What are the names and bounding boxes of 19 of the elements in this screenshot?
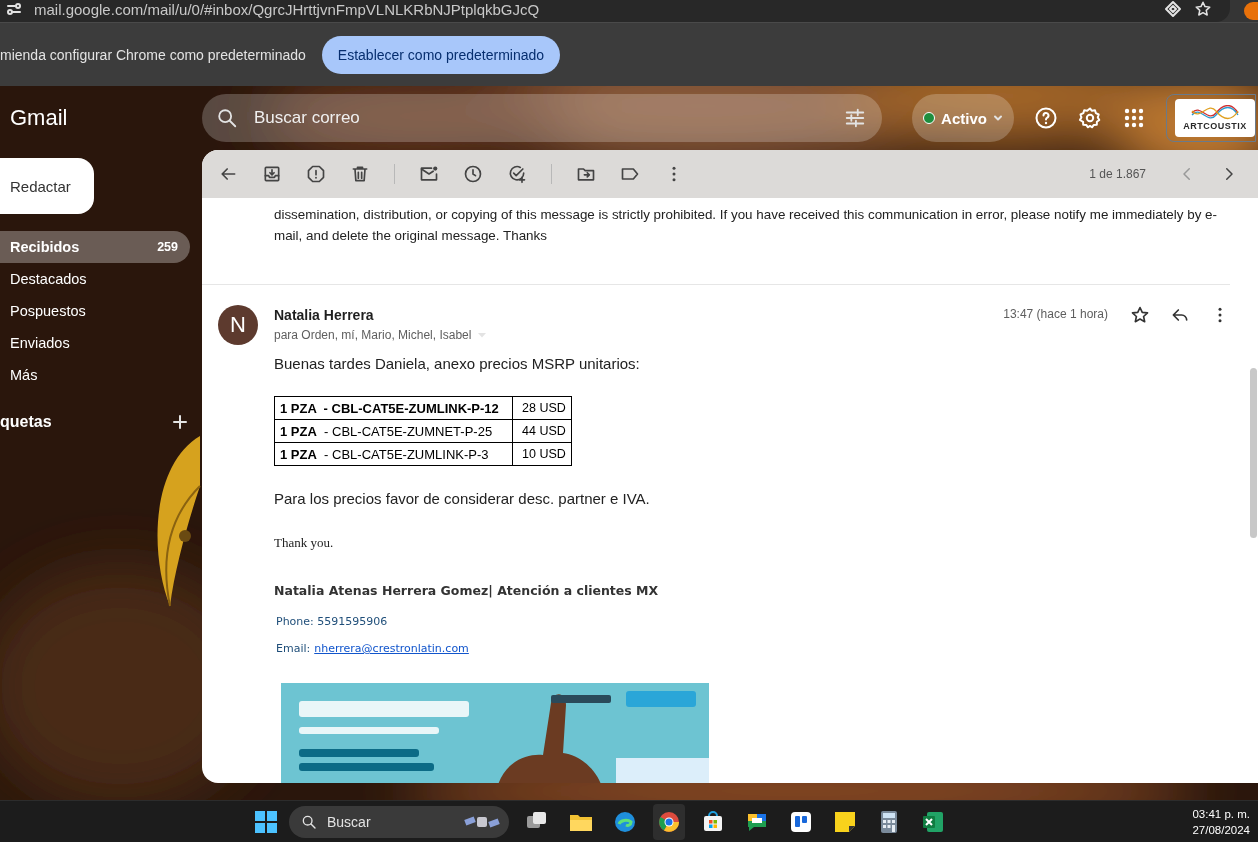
edge-browser-icon[interactable]: [613, 809, 637, 834]
profile-avatar[interactable]: [1244, 2, 1258, 20]
star-icon[interactable]: [1194, 0, 1212, 18]
clock-date[interactable]: 27/08/2024: [1192, 821, 1250, 838]
site-settings-icon[interactable]: [6, 1, 22, 17]
search-icon: [301, 813, 317, 830]
taskbar-search-field[interactable]: Buscar: [289, 805, 509, 838]
spreadsheet-icon[interactable]: [921, 809, 945, 834]
chrome-browser-icon[interactable]: [657, 809, 681, 834]
store-bag-icon[interactable]: [701, 809, 725, 834]
set-default-button[interactable]: Establecer como predeterminado: [321, 35, 561, 74]
url-text: mail.google.com/mail/u/0/#inbox/QgrcJHrttjvnFmpVLNLKRbNJPtplqkbGJcQ: [34, 0, 540, 18]
sticky-note-icon[interactable]: [833, 809, 857, 834]
address-bar[interactable]: mail.google.com/mail/u/0/#inbox/QgrcJHrttjvnFmpVLNLKRbNJPtplqkbGJcQ: [0, 0, 1230, 22]
infobar-message: mienda configurar Chrome como predeterminado: [0, 46, 306, 63]
windows-start-icon[interactable]: [255, 810, 277, 833]
board-icon[interactable]: [789, 809, 813, 834]
clock-time[interactable]: 03:41 p. m.: [1192, 805, 1250, 822]
extension-icon[interactable]: [1164, 0, 1182, 18]
